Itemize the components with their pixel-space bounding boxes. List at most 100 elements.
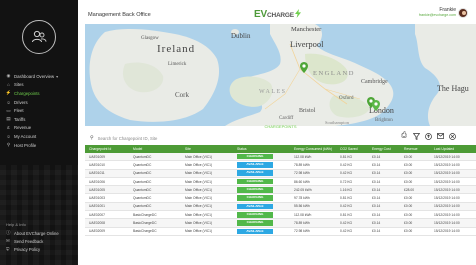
help-item-privacy[interactable]: ⛨ Privacy Policy bbox=[6, 245, 76, 253]
chargepoint-id-cell: UAE02009 bbox=[89, 229, 105, 234]
map-pin-icon[interactable] bbox=[300, 62, 308, 73]
status-badge: CHARGING bbox=[237, 153, 273, 160]
table-row[interactable]: UAE01005 QuantumDC Main Office (VIC1) CHARG… bbox=[85, 186, 476, 195]
updated-cell: 15/12/2019 14:00 bbox=[434, 187, 460, 192]
energy-cell: 72.98 kWh bbox=[294, 229, 310, 234]
co2-cell: 0.42 KG bbox=[340, 162, 353, 167]
sidebar-item-sites[interactable]: ⌂ Sites bbox=[6, 81, 76, 90]
sidebar-item-label: Sites bbox=[14, 82, 24, 88]
energy-cell: 78.89 kWh bbox=[294, 162, 310, 167]
chargepoint-id-cell: UAE01006 bbox=[89, 179, 105, 184]
search-input[interactable]: Search for Chargepoint ID, Site bbox=[98, 136, 158, 141]
chargepoint-id-cell: UAE02008 bbox=[89, 221, 105, 226]
chargepoint-id-cell: UAE02007 bbox=[89, 212, 105, 217]
model-cell: BasicChargeDC bbox=[133, 212, 157, 217]
status-badge: CHARGING bbox=[237, 178, 273, 185]
updated-cell: 15/12/2019 14:00 bbox=[434, 162, 460, 167]
sidebar-item-chargepoints[interactable]: ⚡ Chargepoints bbox=[6, 89, 76, 98]
search-bar[interactable]: ⚲ Search for Chargepoint ID, Site bbox=[90, 135, 157, 141]
user-avatar-placeholder[interactable] bbox=[22, 20, 56, 54]
table-row[interactable]: UAE01001 QuantumDC Main Office (VIC1) AVAIL… bbox=[85, 202, 476, 212]
site-cell: Main Office (VIC1) bbox=[185, 171, 213, 176]
sidebar-item-tariffs[interactable]: ▤ Tariffs bbox=[6, 115, 76, 124]
status-cell: CHARGING bbox=[233, 187, 290, 193]
sidebar-item-host-profile[interactable]: ⚲ Host Profile bbox=[6, 141, 76, 150]
table-row[interactable]: UAE01010 QuantumDC Main Office (VIC1) AVAIL… bbox=[85, 161, 476, 170]
filter-icon[interactable] bbox=[412, 132, 420, 140]
map-pin-icon[interactable] bbox=[372, 100, 380, 111]
revenue-cell: £0.00 bbox=[404, 179, 413, 184]
site-cell: Main Office (VIC1) bbox=[185, 229, 213, 234]
column-header[interactable]: Chargepoint Id bbox=[85, 147, 129, 151]
energy-cell: 112.08 kWh bbox=[294, 154, 312, 159]
site-cell: Main Office (VIC1) bbox=[185, 196, 213, 201]
cost-cell: £0.14 bbox=[372, 162, 381, 167]
status-cell: CHARGING bbox=[233, 220, 290, 226]
chevron-down-icon: ▾ bbox=[56, 73, 59, 79]
model-cell: QuantumDC bbox=[133, 162, 152, 167]
table-row[interactable]: UAE01011 QuantumDC Main Office (VIC1) AVAIL… bbox=[85, 169, 476, 178]
table-row[interactable]: UAE02009 BasicChargeDC Main Office (VIC1) A… bbox=[85, 228, 476, 236]
map-label-limerick: Limerick bbox=[168, 62, 187, 67]
user-group-icon bbox=[32, 30, 47, 43]
cost-cell: £0.14 bbox=[372, 212, 381, 217]
model-cell: BasicChargeDC bbox=[133, 221, 157, 226]
cost-cell: £0.14 bbox=[372, 187, 381, 192]
chargepoint-id-cell: UAE01001 bbox=[89, 204, 105, 209]
model-cell: QuantumDC bbox=[133, 204, 152, 209]
site-cell: Main Office (VIC1) bbox=[185, 162, 213, 167]
status-badge: CHARGING bbox=[237, 220, 273, 226]
dashboard-icon: ◉ bbox=[6, 73, 11, 79]
sidebar-item-revenue[interactable]: £ Revenue bbox=[6, 124, 76, 133]
revenue-cell: £0.00 bbox=[404, 229, 413, 234]
model-cell: QuantumDC bbox=[133, 179, 152, 184]
column-header[interactable]: Last Updated bbox=[430, 147, 476, 151]
co2-cell: 0.72 KG bbox=[340, 179, 353, 184]
evcharge-logo[interactable]: EVCHARGE bbox=[254, 9, 301, 20]
column-header[interactable]: Model bbox=[129, 147, 181, 151]
updated-cell: 15/12/2019 14:00 bbox=[434, 229, 460, 234]
user-menu[interactable]: Frankie frankie@evcharge.com bbox=[418, 7, 468, 18]
column-header[interactable]: Energy Consumed (kWh) bbox=[290, 147, 336, 151]
status-badge: AVAILABLE bbox=[237, 228, 273, 235]
info-icon: ⓘ bbox=[6, 230, 11, 235]
sidebar-item-dashboard[interactable]: ◉ Dashboard Overview ▾ bbox=[6, 72, 76, 81]
upload-icon[interactable] bbox=[424, 132, 432, 140]
table-row[interactable]: UAE02008 BasicChargeDC Main Office (VIC1) C… bbox=[85, 219, 476, 228]
sidebar-item-drivers[interactable]: ☺ Drivers bbox=[6, 98, 76, 107]
revenue-cell: £0.00 bbox=[404, 196, 413, 201]
avatar[interactable] bbox=[458, 8, 468, 18]
sidebar-item-fleet[interactable]: ▭ Fleet bbox=[6, 106, 76, 115]
column-header[interactable]: Revenue bbox=[400, 147, 430, 151]
column-header[interactable]: Energy Cost bbox=[368, 147, 400, 151]
chargepoints-map[interactable]: Glasgow Ireland Dublin Manchester Liverp… bbox=[85, 24, 476, 126]
cost-cell: £0.14 bbox=[372, 196, 381, 201]
map-label-bristol: Bristol bbox=[299, 108, 316, 114]
close-icon[interactable] bbox=[448, 132, 456, 140]
status-badge: AVAILABLE bbox=[237, 203, 273, 210]
print-icon[interactable]: ⎙ bbox=[400, 132, 408, 140]
status-cell: CHARGING bbox=[233, 178, 290, 185]
column-header[interactable]: Site bbox=[181, 147, 233, 151]
table-row[interactable]: UAE01006 QuantumDC Main Office (VIC1) CHARG… bbox=[85, 178, 476, 187]
column-header[interactable]: Status bbox=[233, 147, 290, 151]
feedback-icon: ✉ bbox=[6, 238, 10, 243]
help-title: Help & Info bbox=[6, 222, 26, 227]
cost-cell: £0.14 bbox=[372, 171, 381, 176]
table-row[interactable]: UAE01003 QuantumDC Main Office (VIC1) CHARG… bbox=[85, 194, 476, 203]
table-row[interactable]: UAE02007 BasicChargeDC Main Office (VIC1) C… bbox=[85, 211, 476, 220]
energy-cell: 242.05 kWh bbox=[294, 187, 312, 192]
energy-cell: 112.08 kWh bbox=[294, 212, 312, 217]
status-cell: AVAILABLE bbox=[233, 203, 290, 210]
logo-ev-text: EV bbox=[254, 9, 267, 20]
help-item-feedback[interactable]: ✉ Send Feedback bbox=[6, 237, 76, 245]
app-window: ◉ Dashboard Overview ▾ ⌂ Sites ⚡ Chargep… bbox=[0, 0, 476, 265]
cost-cell: £0.14 bbox=[372, 179, 381, 184]
email-icon[interactable] bbox=[436, 132, 444, 140]
help-item-about[interactable]: ⓘ About EVCharge Online bbox=[6, 229, 76, 237]
column-header[interactable]: CO2 Saved bbox=[336, 147, 368, 151]
status-cell: CHARGING bbox=[233, 195, 290, 201]
table-row[interactable]: UAE01009 QuantumDC Main Office (VIC1) CHARG… bbox=[85, 153, 476, 162]
sidebar-item-my-account[interactable]: ☺ My Account bbox=[6, 132, 76, 141]
user-email: frankie@evcharge.com bbox=[418, 13, 456, 17]
